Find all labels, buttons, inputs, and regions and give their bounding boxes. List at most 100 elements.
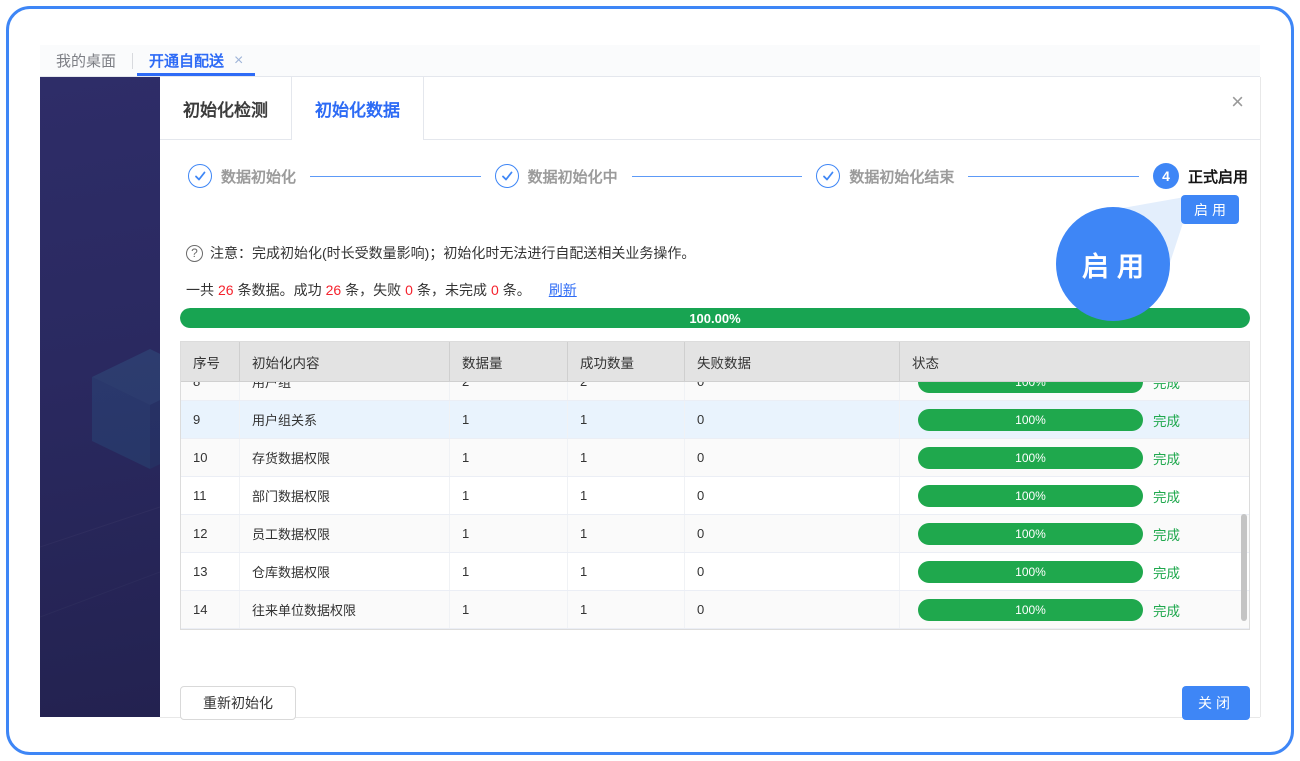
cell-index: 8 — [181, 382, 240, 400]
cell-status: 100% 完成 — [900, 591, 1249, 628]
tab-init-data[interactable]: 初始化数据 — [292, 77, 424, 139]
cell-status: 100% 完成 — [900, 515, 1249, 552]
col-index: 序号 — [181, 342, 240, 381]
cell-success: 1 — [568, 553, 685, 590]
row-status-text: 完成 — [1153, 524, 1180, 544]
cell-status: 100% 完成 — [900, 477, 1249, 514]
tab-my-desktop-label: 我的桌面 — [56, 50, 116, 71]
stats-part: 条数据。成功 — [238, 282, 322, 298]
dialog-tabs: 初始化检测 初始化数据 × — [160, 77, 1260, 140]
cell-count: 1 — [450, 553, 568, 590]
content-area: 初始化检测 初始化数据 × 数据初始化 — [40, 77, 1260, 717]
cell-success: 1 — [568, 515, 685, 552]
cell-status: 100% 完成 — [900, 382, 1249, 400]
step-4-number: 4 — [1153, 163, 1179, 189]
step-connector — [968, 176, 1139, 177]
background-panel — [40, 77, 160, 717]
cell-content: 用户组 — [240, 382, 450, 400]
stats-part: 条。 — [503, 282, 531, 298]
stats-success: 26 — [322, 282, 346, 298]
row-status-text: 完成 — [1153, 382, 1180, 392]
tab-open-self-delivery-label: 开通自配送 — [149, 50, 224, 71]
top-tabstrip: 我的桌面 开通自配送 × — [40, 45, 1260, 77]
table-body: 8 用户组 2 2 0 100% 完成 9 用户组关系 1 1 0 100% 完… — [181, 382, 1249, 629]
reinit-button[interactable]: 重新初始化 — [180, 686, 296, 720]
cell-content: 用户组关系 — [240, 401, 450, 438]
question-icon: ? — [186, 245, 203, 262]
cell-index: 10 — [181, 439, 240, 476]
cell-success: 1 — [568, 591, 685, 628]
table-row[interactable]: 8 用户组 2 2 0 100% 完成 — [181, 382, 1249, 401]
step-connector — [632, 176, 803, 177]
cell-index: 11 — [181, 477, 240, 514]
col-success: 成功数量 — [568, 342, 685, 381]
cell-failed: 0 — [685, 591, 900, 628]
step-3: 数据初始化结束 — [816, 164, 954, 188]
stats-total: 26 — [214, 282, 238, 298]
cell-content: 往来单位数据权限 — [240, 591, 450, 628]
row-progress-pill: 100% — [918, 599, 1143, 621]
cell-success: 1 — [568, 477, 685, 514]
table-row[interactable]: 14 往来单位数据权限 1 1 0 100% 完成 — [181, 591, 1249, 629]
table-row[interactable]: 12 员工数据权限 1 1 0 100% 完成 — [181, 515, 1249, 553]
enable-button[interactable]: 启用 — [1181, 195, 1239, 224]
cell-count: 1 — [450, 439, 568, 476]
step-1-label: 数据初始化 — [221, 166, 296, 187]
tab-my-desktop[interactable]: 我的桌面 — [40, 45, 132, 76]
cell-success: 1 — [568, 401, 685, 438]
app-window: 我的桌面 开通自配送 × 初始化检测 — [6, 6, 1294, 755]
enable-magnifier-circle[interactable]: 启用 — [1056, 207, 1170, 321]
cell-content: 存货数据权限 — [240, 439, 450, 476]
stats-part: 条，未完成 — [417, 282, 487, 298]
col-failed: 失败数据 — [685, 342, 900, 381]
table-row[interactable]: 10 存货数据权限 1 1 0 100% 完成 — [181, 439, 1249, 477]
cell-count: 1 — [450, 515, 568, 552]
check-icon — [495, 164, 519, 188]
cell-content: 员工数据权限 — [240, 515, 450, 552]
cell-success: 2 — [568, 382, 685, 400]
table-scrollbar[interactable] — [1241, 514, 1247, 621]
tab-open-self-delivery[interactable]: 开通自配送 × — [133, 45, 259, 76]
cell-failed: 0 — [685, 401, 900, 438]
stats-part: 条，失败 — [345, 282, 401, 298]
step-2-label: 数据初始化中 — [528, 166, 618, 187]
cell-count: 1 — [450, 591, 568, 628]
stats-failed: 0 — [401, 282, 417, 298]
stepper: 数据初始化 数据初始化中 数据初始化结束 — [180, 162, 1250, 190]
step-4-label: 正式启用 — [1188, 166, 1248, 187]
cell-failed: 0 — [685, 515, 900, 552]
col-count: 数据量 — [450, 342, 568, 381]
step-2: 数据初始化中 — [495, 164, 618, 188]
table-row[interactable]: 13 仓库数据权限 1 1 0 100% 完成 — [181, 553, 1249, 591]
tab-init-data-label: 初始化数据 — [315, 96, 400, 121]
step-1: 数据初始化 — [188, 164, 296, 188]
tab-close-icon[interactable]: × — [234, 52, 243, 70]
table-row[interactable]: 11 部门数据权限 1 1 0 100% 完成 — [181, 477, 1249, 515]
row-progress-pill: 100% — [918, 485, 1143, 507]
cell-index: 14 — [181, 591, 240, 628]
tab-init-check[interactable]: 初始化检测 — [160, 77, 292, 139]
cell-failed: 0 — [685, 439, 900, 476]
row-progress-pill: 100% — [918, 523, 1143, 545]
refresh-link[interactable]: 刷新 — [549, 282, 577, 298]
row-status-text: 完成 — [1153, 410, 1180, 430]
cell-index: 12 — [181, 515, 240, 552]
cell-status: 100% 完成 — [900, 553, 1249, 590]
check-icon — [816, 164, 840, 188]
close-button[interactable]: 关闭 — [1182, 686, 1250, 720]
row-progress-pill: 100% — [918, 561, 1143, 583]
cell-index: 9 — [181, 401, 240, 438]
cell-content: 部门数据权限 — [240, 477, 450, 514]
stats-pending: 0 — [487, 282, 503, 298]
cell-failed: 0 — [685, 477, 900, 514]
dialog-footer: 重新初始化 关闭 — [180, 686, 1250, 720]
row-status-text: 完成 — [1153, 486, 1180, 506]
check-icon — [188, 164, 212, 188]
table-header: 序号 初始化内容 数据量 成功数量 失败数据 状态 — [181, 342, 1249, 382]
table-row[interactable]: 9 用户组关系 1 1 0 100% 完成 — [181, 401, 1249, 439]
row-progress-pill: 100% — [918, 382, 1143, 393]
notice-text: 注意：完成初始化(时长受数量影响)；初始化时无法进行自配送相关业务操作。 — [210, 243, 695, 263]
dialog-close-icon[interactable]: × — [1231, 91, 1244, 113]
cell-failed: 0 — [685, 553, 900, 590]
cell-content: 仓库数据权限 — [240, 553, 450, 590]
